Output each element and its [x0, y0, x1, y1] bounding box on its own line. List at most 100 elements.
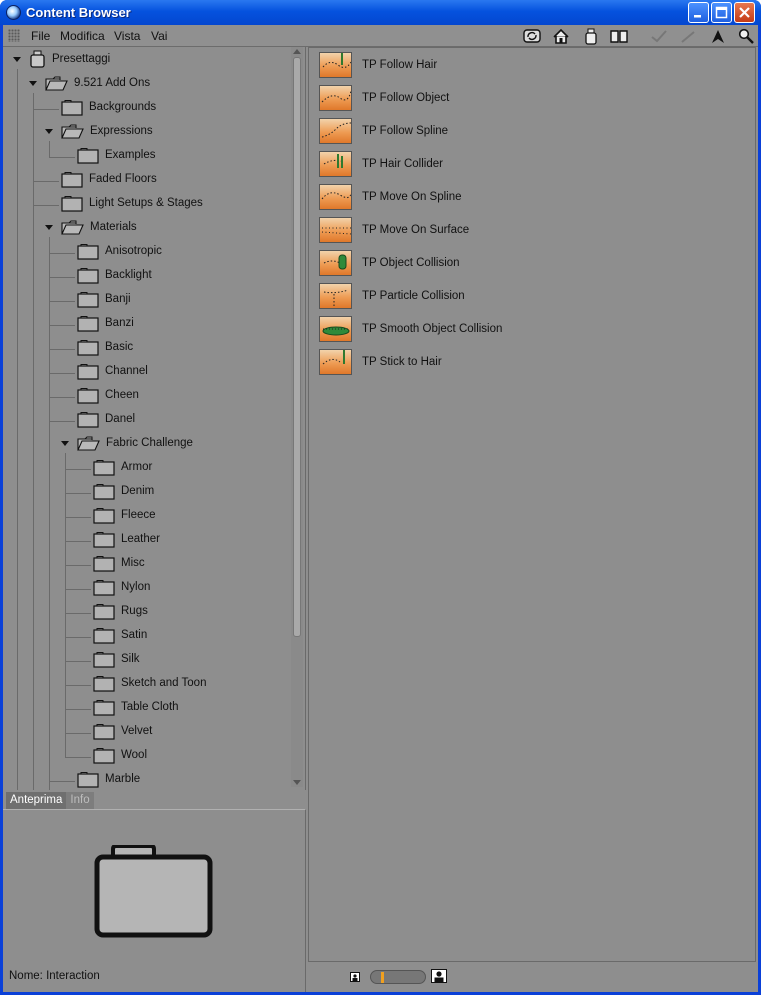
home-button[interactable] — [551, 27, 571, 45]
wand-button[interactable] — [679, 27, 699, 45]
tab-info[interactable]: Info — [66, 792, 94, 809]
tree-node[interactable]: Denim — [93, 481, 154, 501]
tree-node[interactable]: Fabric Challenge — [77, 433, 193, 453]
preset-item[interactable]: TP Follow Hair — [319, 51, 437, 79]
tree-node-label: Light Setups & Stages — [89, 197, 203, 209]
tree-node[interactable]: Satin — [93, 625, 147, 645]
refresh-icon — [523, 29, 541, 43]
maximize-button[interactable] — [711, 2, 732, 23]
tree-node[interactable]: Materials — [61, 217, 137, 237]
tree-branch-line — [49, 397, 75, 398]
large-thumbnail-icon[interactable] — [431, 969, 447, 983]
preview-name-value: Interaction — [46, 970, 100, 982]
tree-node[interactable]: Silk — [93, 649, 140, 669]
tree-node[interactable]: Fleece — [93, 505, 156, 525]
grip-icon[interactable] — [8, 29, 20, 42]
tree-branch-line — [65, 589, 91, 590]
preset-item[interactable]: TP Object Collision — [319, 249, 460, 277]
expand-arrow-icon[interactable] — [61, 441, 69, 446]
scroll-up-icon[interactable] — [293, 49, 301, 54]
minimize-button[interactable] — [688, 2, 709, 23]
refresh-button[interactable] — [522, 27, 542, 45]
tree-node[interactable]: Backlight — [77, 265, 152, 285]
menu-vai[interactable]: Vai — [151, 29, 167, 43]
tree-node-label: Presettaggi — [52, 53, 111, 65]
particle-preset-icon — [322, 350, 345, 365]
expand-arrow-icon[interactable] — [13, 57, 21, 62]
preset-item[interactable]: TP Move On Spline — [319, 183, 462, 211]
tree-node[interactable]: Presettaggi — [29, 49, 110, 69]
preset-thumbnail — [319, 118, 352, 144]
tree-node[interactable]: Leather — [93, 529, 160, 549]
tree-scrollbar[interactable] — [291, 47, 303, 787]
zoom-slider[interactable] — [370, 970, 426, 984]
folder-icon — [77, 339, 99, 356]
preset-item[interactable]: TP Follow Object — [319, 84, 449, 112]
menu-file[interactable]: File — [31, 29, 50, 43]
tree-node[interactable]: Banji — [77, 289, 131, 309]
menu-vista[interactable]: Vista — [114, 29, 140, 43]
preset-item[interactable]: TP Smooth Object Collision — [319, 315, 502, 343]
tree-node-label: Cheen — [105, 389, 139, 401]
title-bar[interactable]: Content Browser — [0, 0, 761, 25]
expand-arrow-icon[interactable] — [29, 81, 37, 86]
tree-node[interactable]: Examples — [77, 145, 156, 165]
tree-guide-line — [49, 237, 50, 790]
tree-branch-line — [49, 373, 75, 374]
catalog-button[interactable] — [609, 27, 629, 45]
search-button[interactable] — [736, 27, 756, 45]
tree-guide-line — [17, 69, 18, 790]
expand-arrow-icon[interactable] — [45, 129, 53, 134]
tree-node[interactable]: Sketch and Toon — [93, 673, 206, 693]
menu-modifica[interactable]: Modifica — [60, 29, 105, 43]
presets-button[interactable] — [581, 27, 601, 45]
tree-node[interactable]: Wool — [93, 745, 147, 765]
scroll-down-icon[interactable] — [293, 780, 301, 785]
small-thumbnail-icon[interactable] — [350, 972, 360, 982]
tree-node[interactable]: Rugs — [93, 601, 148, 621]
tree-branch-line — [49, 421, 75, 422]
tree-node[interactable]: Light Setups & Stages — [61, 193, 203, 213]
tree-node[interactable]: Velvet — [93, 721, 152, 741]
checkmark-button[interactable] — [649, 27, 669, 45]
preset-item[interactable]: TP Hair Collider — [319, 150, 443, 178]
tree-node[interactable]: Marble — [77, 769, 140, 789]
tree-node[interactable]: Expressions — [61, 121, 153, 141]
cursor-button[interactable] — [708, 27, 728, 45]
tree-node[interactable]: Nylon — [93, 577, 150, 597]
tree-node[interactable]: Banzi — [77, 313, 134, 333]
tree-node[interactable]: Backgrounds — [61, 97, 156, 117]
close-button[interactable] — [734, 2, 755, 23]
catalog-icon — [610, 29, 628, 43]
tree-node[interactable]: Faded Floors — [61, 169, 157, 189]
tree-node[interactable]: Channel — [77, 361, 148, 381]
preset-item[interactable]: TP Follow Spline — [319, 117, 448, 145]
preset-item[interactable]: TP Stick to Hair — [319, 348, 442, 376]
tree-node[interactable]: Armor — [93, 457, 152, 477]
preset-item-label: TP Follow Object — [362, 92, 450, 104]
tree-node[interactable]: Anisotropic — [77, 241, 162, 261]
tree-node-label: Materials — [90, 221, 137, 233]
preset-item[interactable]: TP Particle Collision — [319, 282, 465, 310]
tree-node[interactable]: Cheen — [77, 385, 139, 405]
tree-branch-line — [49, 277, 75, 278]
zoom-slider-knob[interactable] — [380, 972, 384, 983]
folder-icon — [93, 555, 115, 572]
close-icon — [739, 7, 750, 18]
tree-branch-line — [65, 517, 91, 518]
minimize-icon — [694, 15, 701, 18]
tree-node-label: 9.521 Add Ons — [74, 77, 151, 89]
preset-item[interactable]: TP Move On Surface — [319, 216, 469, 244]
scroll-thumb[interactable] — [293, 57, 301, 637]
tree-node[interactable]: Table Cloth — [93, 697, 179, 717]
tree-node-label: Anisotropic — [105, 245, 162, 257]
tree-node[interactable]: 9.521 Add Ons — [45, 73, 150, 93]
folder-icon — [93, 675, 115, 692]
tab-anteprima[interactable]: Anteprima — [6, 792, 67, 809]
tree-node[interactable]: Basic — [77, 337, 133, 357]
tree-node[interactable]: Danel — [77, 409, 135, 429]
folder-icon — [93, 531, 115, 548]
tree-node[interactable]: Misc — [93, 553, 145, 573]
preset-thumbnail — [319, 316, 352, 342]
expand-arrow-icon[interactable] — [45, 225, 53, 230]
